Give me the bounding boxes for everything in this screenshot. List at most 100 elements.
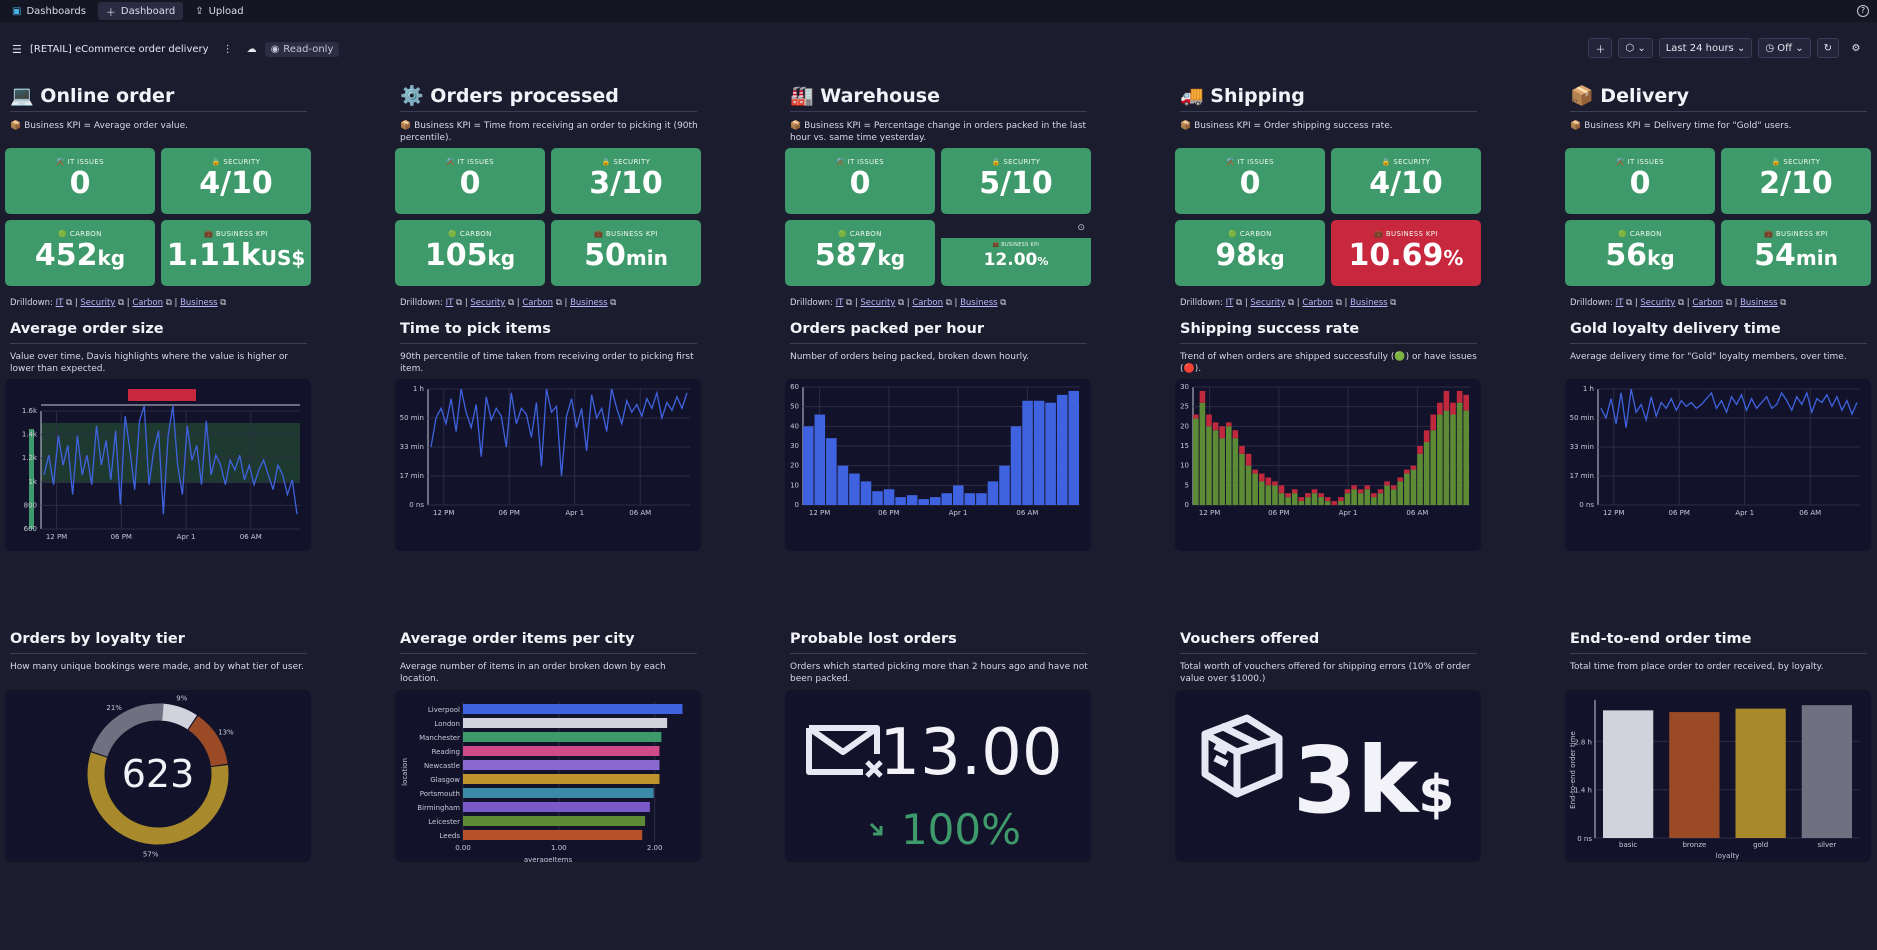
help-icon[interactable]: ?	[1857, 5, 1869, 17]
bar[interactable]	[941, 493, 953, 505]
bar[interactable]	[463, 718, 668, 728]
drilldown-link-business[interactable]: Business	[180, 298, 217, 308]
bar[interactable]	[976, 493, 987, 505]
bar[interactable]	[463, 746, 660, 756]
bar-issues[interactable]	[1450, 402, 1456, 415]
bar-success[interactable]	[1219, 438, 1225, 505]
kpi-tile[interactable]: 🟢 CARBON 105kg	[395, 220, 545, 286]
bar[interactable]	[849, 473, 860, 505]
bar-issues[interactable]	[1272, 481, 1278, 486]
sidebar-toggle-icon[interactable]: ☰	[12, 43, 22, 56]
tile-panel[interactable]: 9% 13% 57% 21% 623	[5, 690, 311, 862]
drilldown-link-business[interactable]: Business	[960, 298, 997, 308]
kpi-tile[interactable]: 🔒 SECURITY 3/10	[551, 148, 701, 214]
bar-issues[interactable]	[1423, 430, 1430, 443]
tile-panel[interactable]: 0 ns 1.4 h 2.8 h basic bronze gold silver loyal…	[1565, 690, 1871, 862]
bar[interactable]	[463, 802, 650, 812]
bar-issues[interactable]	[1364, 485, 1371, 490]
kpi-tile[interactable]: ⊙ 💼 BUSINESS KPI 12.00%	[941, 220, 1091, 286]
bar-issues[interactable]	[1338, 497, 1344, 502]
bar[interactable]	[1056, 394, 1068, 505]
bar-success[interactable]	[1423, 442, 1430, 505]
kpi-tile[interactable]: 💼 BUSINESS KPI 10.69%	[1331, 220, 1481, 286]
tile-panel[interactable]: 13.00 100%	[785, 690, 1091, 862]
bar-issues[interactable]	[1324, 497, 1331, 502]
bar-success[interactable]	[1371, 497, 1377, 505]
bar-success[interactable]	[1252, 473, 1258, 505]
donut-slice[interactable]	[158, 703, 197, 730]
kpi-tile[interactable]: ⚒️ IT ISSUES 0	[1565, 148, 1715, 214]
bar[interactable]	[1022, 400, 1033, 505]
bar-issues[interactable]	[1298, 497, 1305, 502]
bar-success[interactable]	[1272, 485, 1278, 505]
bar-success[interactable]	[1232, 438, 1239, 505]
bar[interactable]	[987, 481, 999, 505]
drilldown-link-business[interactable]: Business	[1740, 298, 1777, 308]
tile-panel[interactable]: 0.00 1.00 2.00 Liverpool London Manchester Rea…	[395, 690, 701, 864]
bar-success[interactable]	[1311, 493, 1318, 505]
drilldown-link-it[interactable]: IT	[56, 298, 64, 308]
drilldown-link-carbon[interactable]: Carbon	[1692, 298, 1723, 308]
bar[interactable]	[463, 760, 660, 770]
bar-issues[interactable]	[1456, 390, 1463, 403]
drilldown-link-business[interactable]: Business	[570, 298, 607, 308]
bar[interactable]	[814, 414, 826, 505]
kpi-tile[interactable]: 🟢 CARBON 452kg	[5, 220, 155, 286]
bar-success[interactable]	[1258, 481, 1265, 505]
bar-issues[interactable]	[1305, 493, 1311, 498]
bar-issues[interactable]	[1199, 390, 1206, 403]
kpi-tile[interactable]: 💼 BUSINESS KPI 1.11kUS$	[161, 220, 311, 286]
bar-success[interactable]	[1265, 485, 1272, 505]
drilldown-link-business[interactable]: Business	[1350, 298, 1387, 308]
bar[interactable]	[837, 465, 849, 505]
bar-success[interactable]	[1456, 402, 1463, 505]
bar[interactable]	[883, 489, 895, 505]
bar-success[interactable]	[1443, 410, 1450, 505]
kpi-tile[interactable]: ⚒️ IT ISSUES 0	[1175, 148, 1325, 214]
drilldown-link-it[interactable]: IT	[446, 298, 454, 308]
bar-success[interactable]	[1364, 489, 1371, 505]
settings-button[interactable]: ⚙	[1845, 38, 1867, 58]
bar-success[interactable]	[1404, 473, 1410, 505]
bar-success[interactable]	[1212, 430, 1219, 505]
dashboards-tab[interactable]: ▣ Dashboards	[4, 2, 94, 20]
bar[interactable]	[1033, 400, 1045, 505]
timeframe-selector[interactable]: Last 24 hours ⌄	[1658, 38, 1753, 58]
bar-success[interactable]	[1463, 410, 1469, 505]
dashboard-tab[interactable]: ＋ Dashboard	[97, 2, 184, 20]
bar-issues[interactable]	[1331, 501, 1338, 505]
bar-issues[interactable]	[1219, 426, 1225, 439]
bar-issues[interactable]	[1371, 493, 1377, 498]
bar-success[interactable]	[1430, 430, 1437, 505]
bar[interactable]	[906, 495, 918, 505]
bar-success[interactable]	[1437, 414, 1443, 505]
bar-success[interactable]	[1450, 414, 1456, 505]
refresh-button[interactable]: ↻	[1816, 38, 1839, 58]
bar-success[interactable]	[1417, 453, 1423, 505]
drilldown-link-security[interactable]: Security	[470, 298, 505, 308]
bar-issues[interactable]	[1252, 469, 1258, 474]
bar[interactable]	[918, 499, 929, 505]
bar[interactable]	[1010, 426, 1022, 505]
bar[interactable]	[1801, 705, 1852, 838]
chart-panel[interactable]: 0 ns 17 min 33 min 50 min 1 h 12 PM 06 PM Apr 1…	[395, 379, 701, 551]
bar-success[interactable]	[1285, 497, 1291, 505]
drilldown-link-carbon[interactable]: Carbon	[132, 298, 163, 308]
bar[interactable]	[964, 493, 976, 505]
bar-issues[interactable]	[1311, 489, 1318, 494]
bar-success[interactable]	[1357, 493, 1364, 505]
bar-success[interactable]	[1206, 426, 1212, 505]
bar-success[interactable]	[1199, 402, 1206, 505]
bar-success[interactable]	[1377, 493, 1384, 505]
bar-issues[interactable]	[1206, 414, 1212, 427]
bar[interactable]	[1735, 708, 1786, 838]
kpi-tile[interactable]: ⚒️ IT ISSUES 0	[5, 148, 155, 214]
bar-issues[interactable]	[1239, 446, 1245, 454]
kpi-tile[interactable]: 💼 BUSINESS KPI 54min	[1721, 220, 1871, 286]
bar[interactable]	[463, 704, 683, 714]
chart-panel[interactable]: 0 5 10 15 20 25 30 12 PM 06 PM Apr 1 06 AM	[1175, 379, 1481, 551]
bar-issues[interactable]	[1232, 430, 1239, 439]
bar-issues[interactable]	[1430, 414, 1437, 431]
bar[interactable]	[826, 438, 837, 505]
bar-success[interactable]	[1344, 493, 1351, 505]
